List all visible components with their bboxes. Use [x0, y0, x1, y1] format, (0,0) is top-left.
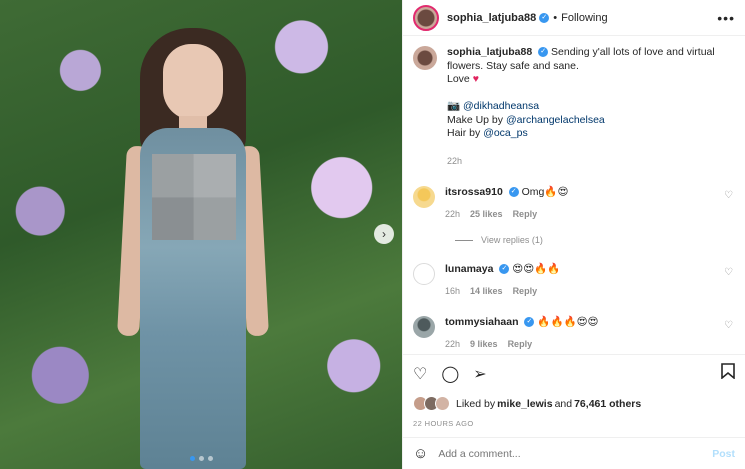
caption-text: sophia_latjuba88 ✓ Sending y'all lots of…: [447, 46, 735, 168]
verified-badge-icon: ✓: [499, 264, 510, 275]
caption: sophia_latjuba88 ✓ Sending y'all lots of…: [413, 46, 735, 168]
comments-feed[interactable]: sophia_latjuba88 ✓ Sending y'all lots of…: [403, 36, 745, 354]
mention-link[interactable]: @archangelachelsea: [506, 114, 605, 126]
comment-input[interactable]: [438, 447, 703, 460]
mention-link[interactable]: @oca_ps: [483, 127, 528, 139]
comment-like-icon[interactable]: ♡: [724, 267, 733, 278]
heart-emoji-icon: ♥: [472, 73, 479, 85]
censor-blur: [152, 154, 236, 240]
instagram-post: › sophia_latjuba88 ✓ • Following ••• sop…: [0, 0, 745, 469]
comment-text: 😍😍🔥🔥: [512, 263, 561, 275]
camera-emoji-icon: 📷: [447, 100, 461, 112]
comment-avatar[interactable]: [413, 316, 435, 338]
carousel-dot: [199, 456, 204, 461]
liked-by-prefix: Liked by: [456, 397, 496, 410]
liked-by-others[interactable]: 76,461 others: [574, 398, 641, 410]
comment-icon[interactable]: ◯: [441, 364, 459, 384]
comment-time: 16h: [445, 286, 461, 296]
post-timestamp: 22 HOURS AGO: [413, 419, 474, 428]
save-icon[interactable]: [721, 363, 735, 384]
liked-by-middle: and: [554, 397, 573, 410]
reply-button[interactable]: Reply: [508, 338, 533, 351]
post-image[interactable]: ›: [0, 0, 402, 469]
carousel-dot-active: [190, 456, 195, 461]
post-sidebar: sophia_latjuba88 ✓ • Following ••• sophi…: [402, 0, 745, 469]
comment-username[interactable]: tommysiahaan: [445, 316, 519, 328]
comment-like-icon[interactable]: ♡: [724, 190, 733, 201]
verified-badge-icon: ✓: [539, 12, 550, 23]
like-icon[interactable]: ♡: [413, 364, 427, 384]
comment-time: 22h: [445, 209, 461, 219]
caption-username[interactable]: sophia_latjuba88: [447, 46, 532, 58]
next-image-button[interactable]: ›: [374, 224, 394, 244]
liker-avatar[interactable]: [435, 396, 450, 411]
emoji-icon[interactable]: ☺: [413, 445, 428, 462]
carousel-dots: [190, 456, 213, 461]
action-icons: ♡ ◯ ➢: [413, 363, 735, 384]
caption-time: 22h: [447, 155, 463, 166]
comment: tommysiahaan ✓ 🔥🔥🔥😍😍 22h 9 likes Reply ♡: [413, 316, 735, 351]
comment-avatar[interactable]: [413, 263, 435, 285]
comment-username[interactable]: lunamaya: [445, 263, 493, 275]
comment: itsrossa910 ✓ Omg🔥😍 22h 25 likes Reply ♡: [413, 186, 735, 221]
makeup-credit-label: Make Up by: [447, 113, 506, 126]
comment-time: 22h: [445, 339, 461, 349]
replies-divider: [455, 239, 473, 241]
post-actions: ♡ ◯ ➢ Liked by mike_lewis and 76,461 oth…: [403, 354, 745, 428]
comment-avatar[interactable]: [413, 186, 435, 208]
comment-likes[interactable]: 14 likes: [470, 285, 503, 298]
comment-text: Omg🔥😍: [521, 186, 569, 198]
comment-likes[interactable]: 9 likes: [470, 338, 498, 351]
liked-by: Liked by mike_lewis and 76,461 others: [413, 396, 735, 411]
verified-badge-icon: ✓: [524, 317, 535, 328]
liked-by-user[interactable]: mike_lewis: [497, 398, 552, 410]
view-replies-label: View replies (1): [481, 235, 543, 245]
more-options-icon[interactable]: •••: [717, 10, 735, 26]
comment: lunamaya ✓ 😍😍🔥🔥 16h 14 likes Reply ♡: [413, 263, 735, 298]
following-button[interactable]: Following: [561, 12, 607, 24]
comment-like-icon[interactable]: ♡: [724, 320, 733, 331]
verified-badge-icon: ✓: [538, 47, 549, 58]
liker-avatars: [413, 396, 450, 411]
carousel-dot: [208, 456, 213, 461]
comment-text: 🔥🔥🔥😍😍: [537, 316, 599, 328]
comment-username[interactable]: itsrossa910: [445, 186, 503, 198]
reply-button[interactable]: Reply: [513, 208, 538, 221]
comment-likes[interactable]: 25 likes: [470, 208, 503, 221]
author-avatar[interactable]: [413, 4, 439, 31]
caption-avatar[interactable]: [413, 46, 437, 70]
hair-credit-label: Hair by: [447, 127, 484, 139]
mention-link[interactable]: @dikhadheansa: [463, 100, 539, 112]
verified-badge-icon: ✓: [508, 187, 519, 198]
header-separator: •: [553, 11, 558, 24]
add-comment-bar: ☺ Post: [403, 437, 745, 469]
share-icon[interactable]: ➢: [473, 364, 486, 384]
caption-love: Love: [447, 73, 470, 85]
photo-subject: [117, 28, 269, 469]
post-comment-button[interactable]: Post: [712, 448, 735, 460]
view-replies[interactable]: View replies (1): [455, 235, 735, 245]
author-username[interactable]: sophia_latjuba88: [447, 12, 536, 24]
reply-button[interactable]: Reply: [513, 285, 538, 298]
post-header: sophia_latjuba88 ✓ • Following •••: [403, 0, 745, 36]
